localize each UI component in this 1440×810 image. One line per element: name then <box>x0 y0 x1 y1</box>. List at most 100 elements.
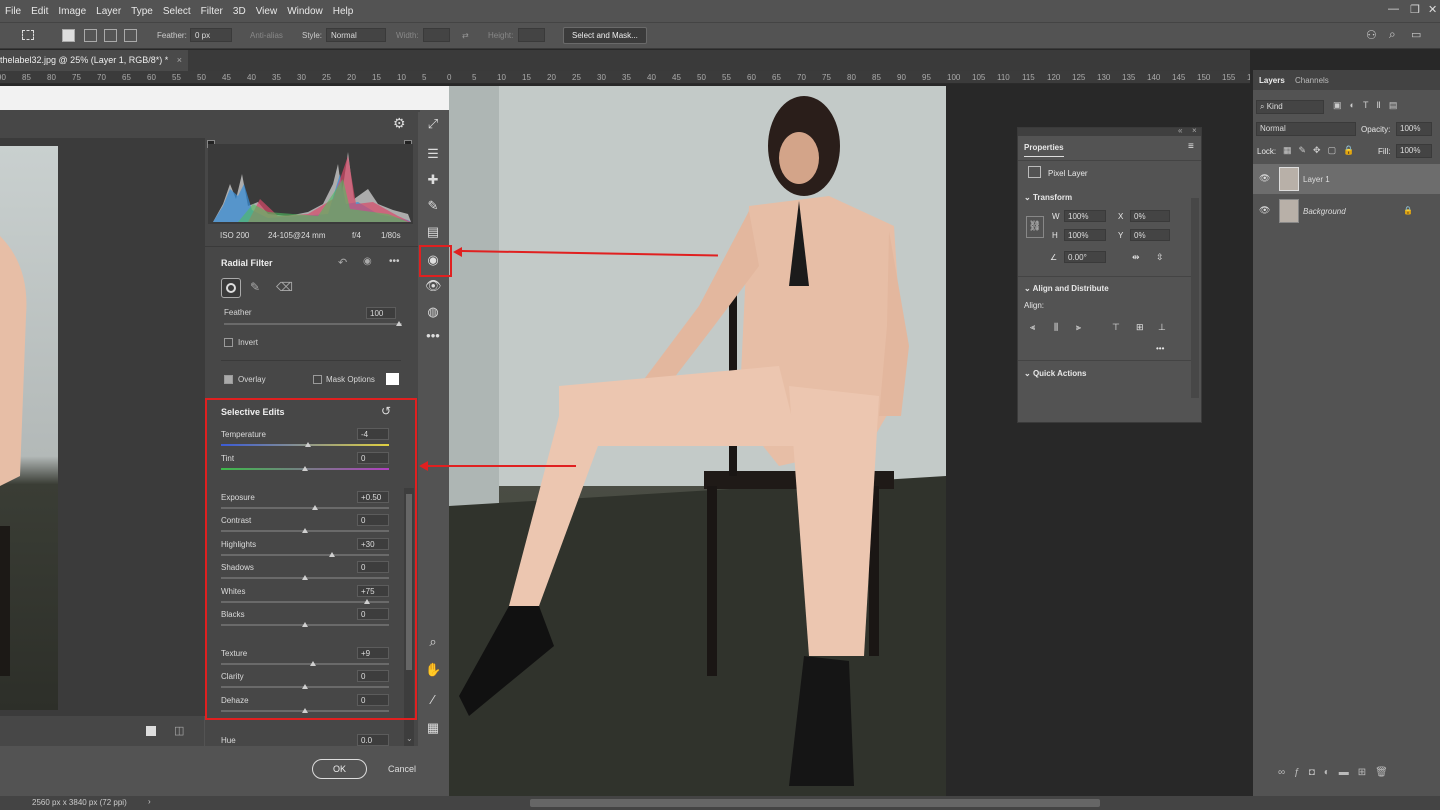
menu-layer[interactable]: Layer <box>91 6 126 17</box>
scroll-down-icon[interactable]: ⌄ <box>406 734 413 743</box>
collapse-icon[interactable]: « <box>1178 126 1182 135</box>
flip-horizontal-icon[interactable]: ⇹ <box>1132 252 1140 263</box>
select-and-mask-button[interactable]: Select and Mask... <box>563 27 647 44</box>
selective-edits-highlight <box>205 398 417 720</box>
graduated-filter-icon[interactable]: ▤ <box>425 224 441 240</box>
ruler-tick: 110 <box>997 73 1010 82</box>
menu-help[interactable]: Help <box>328 6 359 17</box>
properties-scrollbar[interactable] <box>1191 198 1199 398</box>
lock-icons[interactable]: ▦✎✥▢🔒 <box>1283 145 1361 156</box>
tab-layers[interactable]: Layers <box>1259 76 1285 85</box>
add-selection-icon[interactable] <box>84 29 97 42</box>
menu-edit[interactable]: Edit <box>26 6 53 17</box>
lock-icon[interactable]: 🔒 <box>1403 206 1413 215</box>
panel-close-icon[interactable]: × <box>1192 126 1197 135</box>
marquee-tool-icon[interactable] <box>22 30 34 40</box>
kind-filter-select[interactable]: ⌕ Kind <box>1256 100 1324 114</box>
menu-type[interactable]: Type <box>126 6 158 17</box>
document-tab[interactable]: thelabel32.jpg @ 25% (Layer 1, RGB/8*) *… <box>0 50 188 71</box>
share-icon[interactable]: ⚇ <box>1366 28 1377 42</box>
ok-button[interactable]: OK <box>312 759 367 779</box>
layer-row-background[interactable]: 👁 Background 🔒 <box>1253 196 1440 226</box>
presets-icon[interactable]: ◍ <box>425 304 441 320</box>
opacity-input[interactable]: 100% <box>1396 122 1432 136</box>
menu-view[interactable]: View <box>251 6 283 17</box>
cancel-button[interactable]: Cancel <box>388 764 416 774</box>
panel-menu-icon[interactable]: ≡ <box>1188 141 1194 152</box>
workspace-icon[interactable]: ▭ <box>1411 28 1421 41</box>
ruler-tick: 155 <box>1222 73 1236 82</box>
angle-input[interactable]: 0.00° <box>1064 251 1106 263</box>
menu-3d[interactable]: 3D <box>228 6 251 17</box>
new-selection-icon[interactable] <box>62 29 75 42</box>
document-info: 2560 px x 3840 px (72 ppi) <box>32 798 127 807</box>
align-top-icon[interactable]: ⊤ <box>1112 322 1120 333</box>
compare-view-icon[interactable]: ◫ <box>174 724 184 737</box>
hand-icon[interactable]: ✋ <box>425 662 441 678</box>
visibility-eye-icon[interactable]: 👁 <box>1259 205 1270 216</box>
layer-thumbnail <box>1279 167 1299 191</box>
zoom-icon[interactable]: ⌕ <box>425 634 441 650</box>
minimize-icon[interactable]: — <box>1388 3 1399 15</box>
layer-actions-bar[interactable]: ∞ƒ◘◐▬⊞🗑 <box>1278 767 1397 778</box>
status-arrow-icon[interactable]: › <box>148 797 151 806</box>
antialias-label[interactable]: Anti-alias <box>250 31 283 40</box>
search-icon[interactable]: ⌕ <box>1389 27 1396 42</box>
align-section[interactable]: ⌄ Align and Distribute <box>1024 284 1109 293</box>
width-input[interactable] <box>423 28 450 42</box>
height-input[interactable] <box>518 28 545 42</box>
visibility-eye-icon[interactable]: 👁 <box>1259 173 1270 184</box>
grid-icon[interactable]: ▦ <box>425 720 441 736</box>
blend-mode-select[interactable]: Normal <box>1256 122 1356 136</box>
tab-close-icon[interactable]: × <box>177 55 182 65</box>
ruler-tick: 70 <box>797 73 806 82</box>
fill-input[interactable]: 100% <box>1396 144 1432 158</box>
quick-actions-section[interactable]: ⌄ Quick Actions <box>1024 369 1086 378</box>
radial-filter-highlight <box>419 245 452 277</box>
y-input[interactable]: 0% <box>1130 229 1170 241</box>
menu-window[interactable]: Window <box>282 6 328 17</box>
single-view-icon[interactable] <box>146 726 156 736</box>
align-center-icon[interactable]: ⫼ <box>1054 322 1058 333</box>
more-align-button[interactable]: ••• <box>1156 344 1164 353</box>
panel-grip[interactable]: « × <box>1018 126 1201 136</box>
align-right-icon[interactable]: ⫸ <box>1076 322 1081 333</box>
maximize-icon[interactable]: ❐ <box>1410 3 1420 16</box>
style-select[interactable]: Normal <box>326 28 386 42</box>
filter-type-icons[interactable]: ▣◐TⅡ▤ <box>1333 100 1405 111</box>
menu-image[interactable]: Image <box>53 6 91 17</box>
h-label: H <box>1052 231 1058 240</box>
w-input[interactable]: 100% <box>1064 210 1106 222</box>
layer-name[interactable]: Background <box>1303 207 1346 216</box>
menu-filter[interactable]: Filter <box>196 6 228 17</box>
eyedropper-icon[interactable]: ⁄ <box>425 692 441 708</box>
feather-input[interactable]: 0 px <box>190 28 232 42</box>
align-bottom-icon[interactable]: ⊥ <box>1158 322 1166 333</box>
edit-sliders-icon[interactable]: ☰ <box>425 146 441 162</box>
link-icon[interactable]: ⛓ <box>1026 216 1044 238</box>
align-left-icon[interactable]: ⫷ <box>1030 322 1035 333</box>
healing-icon[interactable]: ✚ <box>425 172 441 188</box>
transform-section[interactable]: ⌄ Transform <box>1024 193 1072 202</box>
ruler-tick: 40 <box>647 73 656 82</box>
layer-name[interactable]: Layer 1 <box>1303 175 1330 184</box>
fullscreen-icon[interactable]: ⤢ <box>425 116 441 132</box>
menu-file[interactable]: File <box>0 6 26 17</box>
subtract-selection-icon[interactable] <box>104 29 117 42</box>
slider-value-input[interactable]: 0.0 <box>357 734 389 746</box>
x-input[interactable]: 0% <box>1130 210 1170 222</box>
horizontal-scrollbar[interactable] <box>530 799 1100 807</box>
close-icon[interactable]: ✕ <box>1428 3 1437 16</box>
intersect-selection-icon[interactable] <box>124 29 137 42</box>
align-middle-icon[interactable]: ⊞ <box>1136 322 1144 333</box>
red-eye-icon[interactable]: 👁 <box>425 278 442 294</box>
properties-title[interactable]: Properties <box>1024 143 1064 157</box>
h-input[interactable]: 100% <box>1064 229 1106 241</box>
menu-select[interactable]: Select <box>158 6 196 17</box>
more-tools-icon[interactable]: ••• <box>425 328 441 344</box>
layer-row-layer1[interactable]: 👁 Layer 1 <box>1253 164 1440 194</box>
adjustment-brush-icon[interactable]: ✎ <box>425 198 441 214</box>
tab-channels[interactable]: Channels <box>1295 76 1329 85</box>
flip-vertical-icon[interactable]: ⇳ <box>1156 252 1164 263</box>
swap-icon[interactable]: ⇄ <box>462 31 469 40</box>
